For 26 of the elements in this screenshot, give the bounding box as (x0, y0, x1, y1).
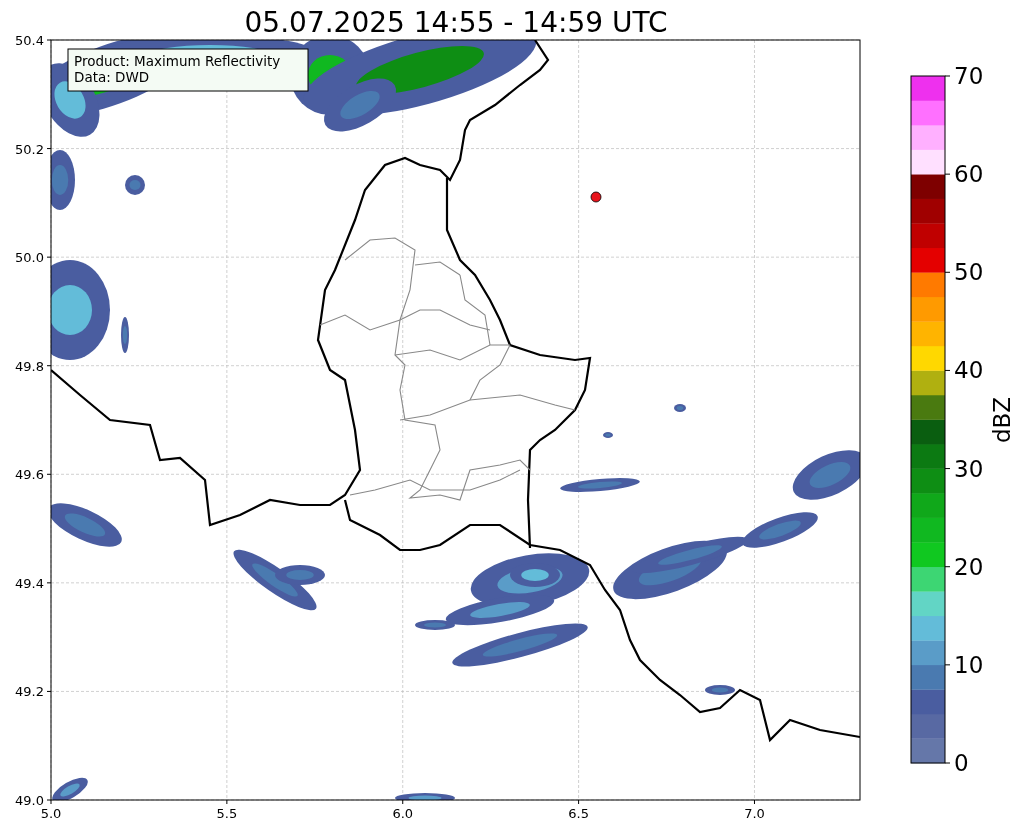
axis-tick-label: 6.5 (568, 806, 589, 821)
legend-text: Data: DWD (74, 69, 150, 85)
colorbar-tick-label: 50 (954, 259, 984, 286)
axis-tick-label: 50.2 (15, 141, 44, 157)
colorbar-tick-label: 0 (954, 750, 969, 776)
colorbar-tick-label: 20 (954, 553, 984, 580)
colorbar-tick-label: 40 (954, 357, 984, 384)
chart-title: 05.07.2025 14:55 - 14:59 UTC (244, 6, 668, 39)
axis-tick-label: 49.4 (15, 575, 44, 591)
colorbar-label: dBZ (989, 396, 1015, 444)
colorbar-tick-label: 60 (954, 161, 984, 188)
axis-tick-label: 50.4 (15, 33, 44, 48)
axis-tick-label: 50.0 (15, 250, 44, 266)
axis-tick-label: 49.8 (15, 358, 44, 374)
axis-tick-label: 5.0 (40, 806, 62, 821)
colorbar-tick-label: 10 (954, 651, 984, 678)
legend-text: Product: Maximum Reflectivity (74, 53, 281, 69)
station-marker (590, 191, 602, 203)
axis-tick-label: 5.5 (216, 806, 238, 821)
axis-tick-label: 6.0 (392, 806, 414, 821)
axis-tick-label: 49.6 (15, 467, 44, 483)
axis-tick-label: 49.0 (15, 793, 44, 808)
axis-tick-label: 7.0 (744, 806, 765, 821)
axis-tick-label: 49.2 (15, 684, 44, 700)
colorbar-tick-label: 30 (954, 455, 984, 482)
colorbar-tick-label: 70 (954, 63, 984, 89)
